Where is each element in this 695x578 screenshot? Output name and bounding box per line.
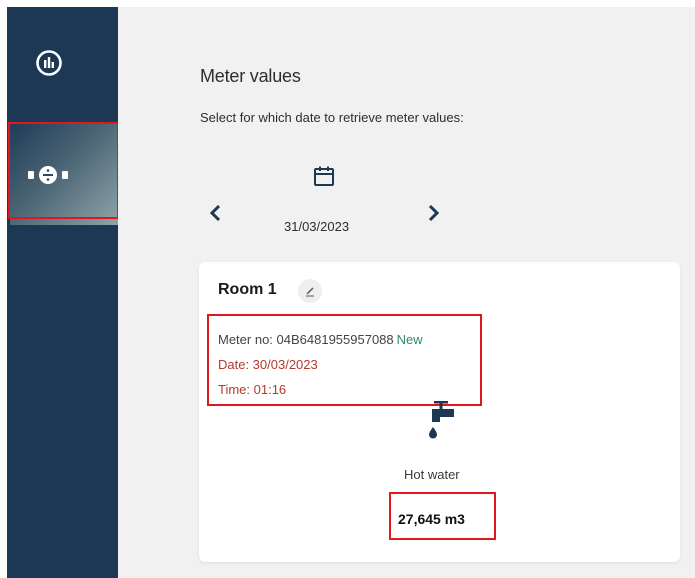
sidebar-item-statistics[interactable]	[31, 45, 67, 81]
previous-date-button[interactable]	[206, 202, 224, 224]
sidebar-item-meters[interactable]	[10, 123, 118, 225]
water-meter-icon	[28, 166, 68, 184]
edit-room-button[interactable]	[298, 279, 322, 303]
meter-number: Meter no: 04B6481955957088 New	[218, 332, 423, 347]
meter-type-label: Hot water	[404, 467, 460, 482]
room-title: Room 1	[218, 281, 277, 298]
tap-icon	[429, 401, 454, 439]
page-subtitle: Select for which date to retrieve meter …	[200, 110, 464, 125]
meter-number-text: Meter no: 04B6481955957088	[218, 332, 394, 347]
pencil-icon	[306, 287, 314, 297]
calendar-icon[interactable]	[312, 164, 336, 188]
reading-date: Date: 30/03/2023	[218, 357, 318, 372]
selected-date[interactable]: 31/03/2023	[284, 219, 349, 234]
reading-time: Time: 01:16	[218, 382, 287, 397]
chevron-left-icon	[209, 204, 221, 222]
chevron-right-icon	[428, 204, 440, 222]
meter-reading: 27,645 m3	[398, 511, 465, 527]
sidebar	[7, 7, 118, 578]
next-date-button[interactable]	[425, 202, 443, 224]
page-title: Meter values	[200, 66, 301, 86]
new-badge: New	[396, 332, 423, 347]
chart-circle-icon	[36, 50, 62, 76]
